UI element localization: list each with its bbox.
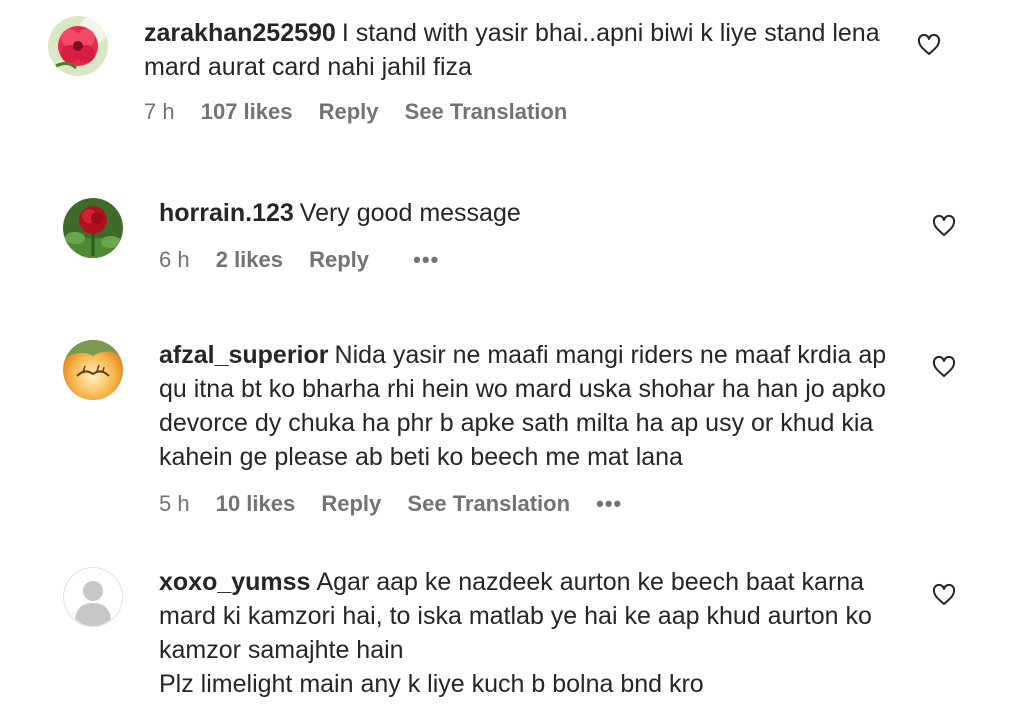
reply-button[interactable]: Reply xyxy=(321,491,381,516)
comment-text: xoxo_yumss Agar aap ke nazdeek aurton ke … xyxy=(159,565,904,701)
like-heart-icon[interactable] xyxy=(932,355,956,379)
reply-button[interactable]: Reply xyxy=(309,247,369,272)
avatar[interactable] xyxy=(63,340,123,400)
avatar[interactable] xyxy=(63,198,123,258)
comment-text: afzal_superior Nida yasir ne maafi mangi … xyxy=(159,338,904,474)
more-options-icon[interactable]: ••• xyxy=(596,491,622,516)
more-options-icon[interactable]: ••• xyxy=(413,247,439,272)
comment-body: Very good message xyxy=(299,199,521,227)
timestamp: 6 h xyxy=(159,247,190,272)
username[interactable]: horrain.123 xyxy=(159,199,294,227)
comment-body-line2: Plz limelight main any k liye kuch b bol… xyxy=(159,670,704,698)
comment-meta: 6 h 2 likes Reply ••• xyxy=(159,247,459,273)
like-heart-icon[interactable] xyxy=(932,583,956,607)
likes-count[interactable]: 107 likes xyxy=(201,99,293,124)
flower-photo-icon xyxy=(48,16,108,76)
comment-text: zarakhan252590 I stand with yasir bhai..a… xyxy=(144,16,904,84)
username[interactable]: zarakhan252590 xyxy=(144,19,336,47)
see-translation-button[interactable]: See Translation xyxy=(407,491,570,516)
default-user-avatar-icon xyxy=(63,567,123,627)
username[interactable]: xoxo_yumss xyxy=(159,568,310,596)
timestamp: 5 h xyxy=(159,491,190,516)
username[interactable]: afzal_superior xyxy=(159,341,329,369)
comment-meta: 7 h 107 likes Reply See Translation xyxy=(144,99,587,125)
rose-photo-icon xyxy=(63,198,123,258)
like-heart-icon[interactable] xyxy=(932,214,956,238)
avatar[interactable] xyxy=(48,16,108,76)
likes-count[interactable]: 2 likes xyxy=(216,247,283,272)
reply-button[interactable]: Reply xyxy=(319,99,379,124)
comment-text: horrain.123 Very good message xyxy=(159,196,904,230)
see-translation-button[interactable]: See Translation xyxy=(405,99,568,124)
avatar[interactable] xyxy=(63,567,123,627)
timestamp: 7 h xyxy=(144,99,175,124)
calligraphy-photo-icon xyxy=(63,340,123,400)
likes-count[interactable]: 10 likes xyxy=(216,491,296,516)
like-heart-icon[interactable] xyxy=(917,33,941,57)
comment-meta: 5 h 10 likes Reply See Translation ••• xyxy=(159,491,642,517)
